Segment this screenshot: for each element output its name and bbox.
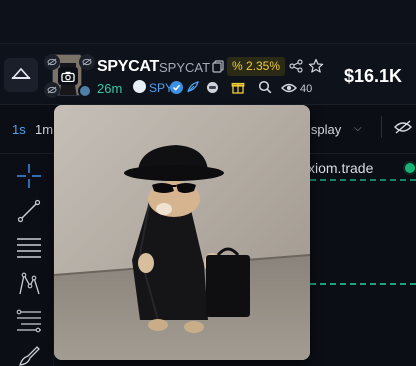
home-icon <box>11 66 31 85</box>
verified-icon <box>170 81 183 94</box>
chart-watermark: xiom.trade <box>308 160 374 176</box>
gift-icon[interactable] <box>231 80 245 99</box>
top-bar <box>0 0 416 44</box>
eye-off-icon[interactable] <box>79 54 95 70</box>
brush-icon[interactable] <box>15 342 43 366</box>
avatar-preview-popup <box>54 105 310 360</box>
token-price: $16.1K <box>344 66 403 86</box>
price-line <box>310 283 416 285</box>
share-icon[interactable] <box>289 59 303 78</box>
token-age: 26m <box>97 81 123 96</box>
token-ticker: SPYCAT <box>159 60 211 75</box>
price-line <box>310 179 416 181</box>
live-indicator <box>405 163 415 173</box>
pattern-icon[interactable] <box>15 270 43 298</box>
eye-off-icon[interactable] <box>393 120 413 139</box>
search-icon[interactable] <box>258 80 272 99</box>
eye-icon[interactable] <box>281 81 297 99</box>
crosshair-icon[interactable] <box>15 162 43 190</box>
horizontal-lines-icon[interactable] <box>15 233 43 261</box>
camera-icon[interactable] <box>58 67 78 85</box>
display-dropdown[interactable]: isplay <box>308 122 341 137</box>
timeframe-1m[interactable]: 1m <box>35 122 53 137</box>
eye-off-icon[interactable] <box>44 82 60 98</box>
trendline-icon[interactable] <box>15 197 43 225</box>
view-count: 40 <box>300 83 313 95</box>
pump-icon[interactable] <box>206 81 219 99</box>
fib-icon[interactable] <box>15 307 43 335</box>
copy-icon[interactable] <box>212 60 224 78</box>
star-icon[interactable] <box>308 58 324 79</box>
timeframe-1s[interactable]: 1s <box>12 122 26 137</box>
feather-icon[interactable] <box>186 80 200 99</box>
spy-logo-icon <box>133 80 146 93</box>
home-button[interactable] <box>4 58 38 92</box>
toolbar-divider <box>381 116 382 138</box>
token-name: SPYCAT <box>97 58 159 75</box>
change-badge: % 2.35% <box>227 57 286 76</box>
spy-cat-image <box>54 105 310 360</box>
status-indicator <box>78 84 92 98</box>
chevron-down-icon: ⌵ <box>354 123 362 134</box>
